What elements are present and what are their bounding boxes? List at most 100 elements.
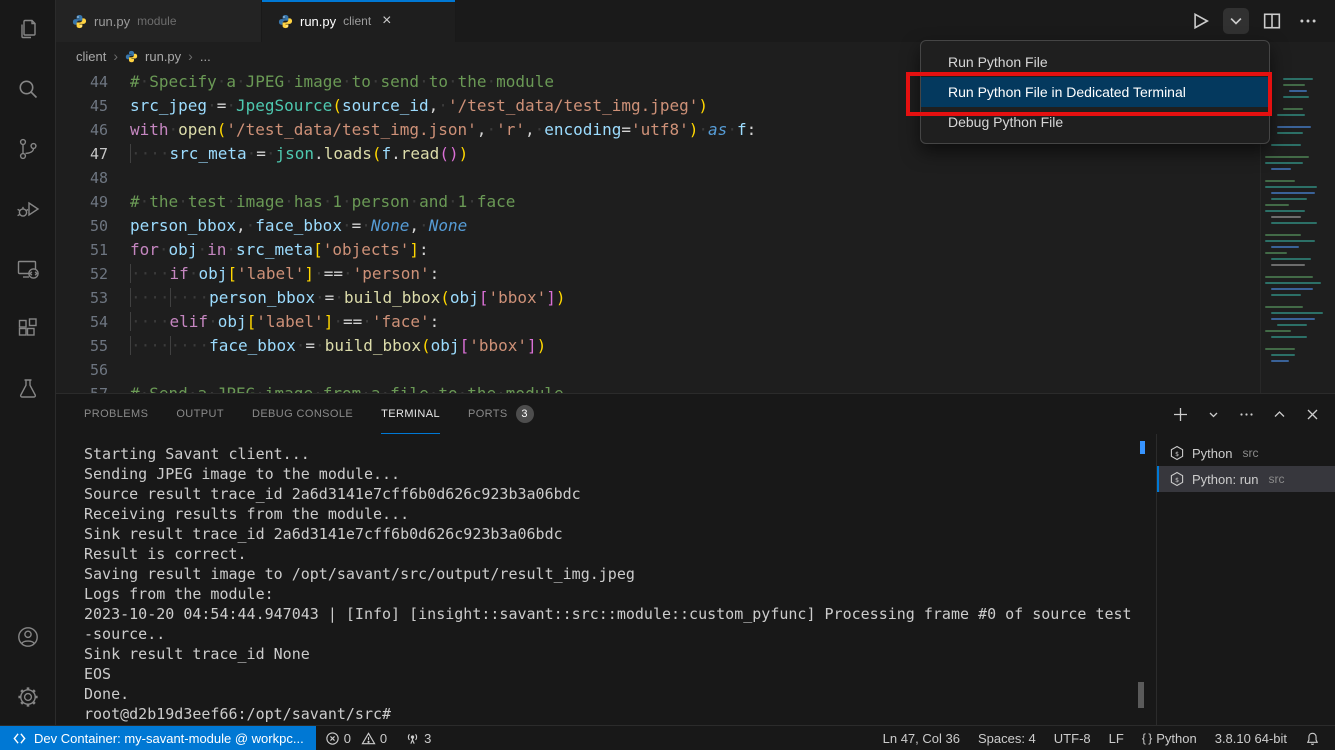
ports-badge: 3 [516,405,534,423]
cursor-position[interactable]: Ln 47, Col 36 [874,726,969,750]
terminal-tab-python-run[interactable]: $Python: runsrc [1157,466,1335,492]
breadcrumb-item-client[interactable]: client [76,49,106,64]
bottom-panel: PROBLEMS OUTPUT DEBUG CONSOLE TERMINAL PORTS… [56,393,1335,727]
vscode-window: run.py module run.py client × [0,0,1335,750]
new-terminal-icon[interactable] [1172,406,1189,423]
extensions-icon[interactable] [15,316,41,342]
code-line[interactable]: 51for·obj·in·src_meta['objects']: [56,238,1260,262]
minimap-line [1277,324,1307,326]
breadcrumb-item-file[interactable]: run.py [145,49,181,64]
line-number: 57 [56,382,130,393]
python-interpreter[interactable]: 3.8.10 64-bit [1206,726,1296,750]
minimap[interactable] [1260,70,1335,393]
indent-guide: ···· [170,336,210,355]
language-mode[interactable]: { } Python [1133,726,1206,750]
terminal-line: Source result trace_id 2a6d3141e7cff6b0d… [84,484,1135,504]
ports-status[interactable]: 3 [396,726,440,750]
code-line[interactable]: 54····elif·obj['label']·==·'face': [56,310,1260,334]
minimap-line [1265,348,1295,350]
code-line[interactable]: 55········face_bbox·=·build_bbox(obj['bb… [56,334,1260,358]
minimap-line [1265,156,1309,158]
minimap-line [1265,234,1301,236]
tab-close-icon[interactable]: × [382,12,391,30]
code-line[interactable]: 52····if·obj['label']·==·'person': [56,262,1260,286]
panel-tabs: PROBLEMS OUTPUT DEBUG CONSOLE TERMINAL PORTS… [84,394,562,434]
terminal-tabs-list: $Pythonsrc$Python: runsrc [1156,434,1335,727]
settings-gear-icon[interactable] [15,684,41,710]
problems-status[interactable]: 0 0 [316,726,396,750]
close-panel-icon[interactable] [1304,406,1321,423]
notifications-bell[interactable] [1296,726,1329,750]
tab-run-py-client[interactable]: run.py client × [262,0,456,42]
terminal-scrollbar-thumb[interactable] [1138,682,1144,708]
encoding[interactable]: UTF-8 [1045,726,1100,750]
breadcrumb-separator: › [113,48,118,64]
code-line[interactable]: 53········person_bbox·=·build_bbox(obj['… [56,286,1260,310]
terminal-icon: $ [1169,445,1185,461]
split-editor-icon[interactable] [1259,8,1285,34]
code-line[interactable]: 48 [56,166,1260,190]
panel-tab-output[interactable]: OUTPUT [176,394,224,434]
run-button[interactable] [1187,8,1213,34]
line-number: 50 [56,214,130,238]
minimap-line [1277,132,1303,134]
minimap-line [1283,96,1309,98]
panel-tab-terminal[interactable]: TERMINAL [381,394,440,434]
code-line[interactable]: 49#·the·test·image·has·1·person·and·1·fa… [56,190,1260,214]
minimap-line [1265,162,1303,164]
warning-count: 0 [380,731,387,746]
testing-icon[interactable] [15,376,41,402]
ports-count: 3 [424,731,431,746]
minimap-line [1271,246,1299,248]
warning-icon [361,731,376,746]
minimap-line [1271,144,1301,146]
explorer-icon[interactable] [15,16,41,42]
line-number: 53 [56,286,130,310]
breadcrumb-item-symbol[interactable]: ... [200,49,211,64]
launch-profile-chevron-icon[interactable] [1205,406,1222,423]
run-dropdown-chevron-icon[interactable] [1223,8,1249,34]
panel-actions [1172,406,1321,423]
python-file-icon [278,14,293,29]
tab-run-py-module[interactable]: run.py module [56,0,262,42]
panel-tab-debug-console[interactable]: DEBUG CONSOLE [252,394,353,434]
panel-tab-problems[interactable]: PROBLEMS [84,394,148,434]
panel-tab-ports[interactable]: PORTS3 [468,394,534,434]
tab-label: run.py [300,14,336,29]
svg-text:$: $ [1175,450,1179,458]
status-bar: Dev Container: my-savant-module @ workpc… [0,725,1335,750]
run-and-debug-icon[interactable] [15,196,41,222]
remote-explorer-icon[interactable] [15,256,41,282]
more-actions-icon[interactable] [1295,8,1321,34]
eol-sequence[interactable]: LF [1100,726,1133,750]
minimap-line [1277,126,1311,128]
indent-guide: ···· [170,288,210,307]
line-number: 45 [56,94,130,118]
minimap-line [1265,240,1315,242]
code-line[interactable]: 57#·Send·a·JPEG·image·from·a·file·to·the… [56,382,1260,393]
terminal-output[interactable]: Starting Savant client...Sending JPEG im… [84,438,1135,725]
terminal-line: Done. [84,684,1135,704]
terminal-tab-python[interactable]: $Pythonsrc [1157,440,1335,466]
indent-guide: ···· [130,264,170,283]
line-number: 49 [56,190,130,214]
maximize-panel-icon[interactable] [1271,406,1288,423]
code-line[interactable]: 47····src_meta·=·json.loads(f.read()) [56,142,1260,166]
remote-indicator[interactable]: Dev Container: my-savant-module @ workpc… [0,726,316,750]
code-line[interactable]: 56 [56,358,1260,382]
indentation[interactable]: Spaces: 4 [969,726,1045,750]
minimap-line [1265,210,1305,212]
minimap-line [1265,276,1313,278]
accounts-icon[interactable] [15,624,41,650]
radio-tower-icon [405,731,420,746]
indent-guide: ···· [130,336,170,355]
minimap-line [1283,84,1305,86]
line-number: 56 [56,358,130,382]
source-control-icon[interactable] [15,136,41,162]
terminal-line: Logs from the module: [84,584,1135,604]
code-line[interactable]: 50person_bbox,·face_bbox·=·None,·None [56,214,1260,238]
terminal-icon: $ [1169,471,1185,487]
panel-more-actions-icon[interactable] [1238,406,1255,423]
search-icon[interactable] [15,76,41,102]
minimap-line [1271,192,1315,194]
